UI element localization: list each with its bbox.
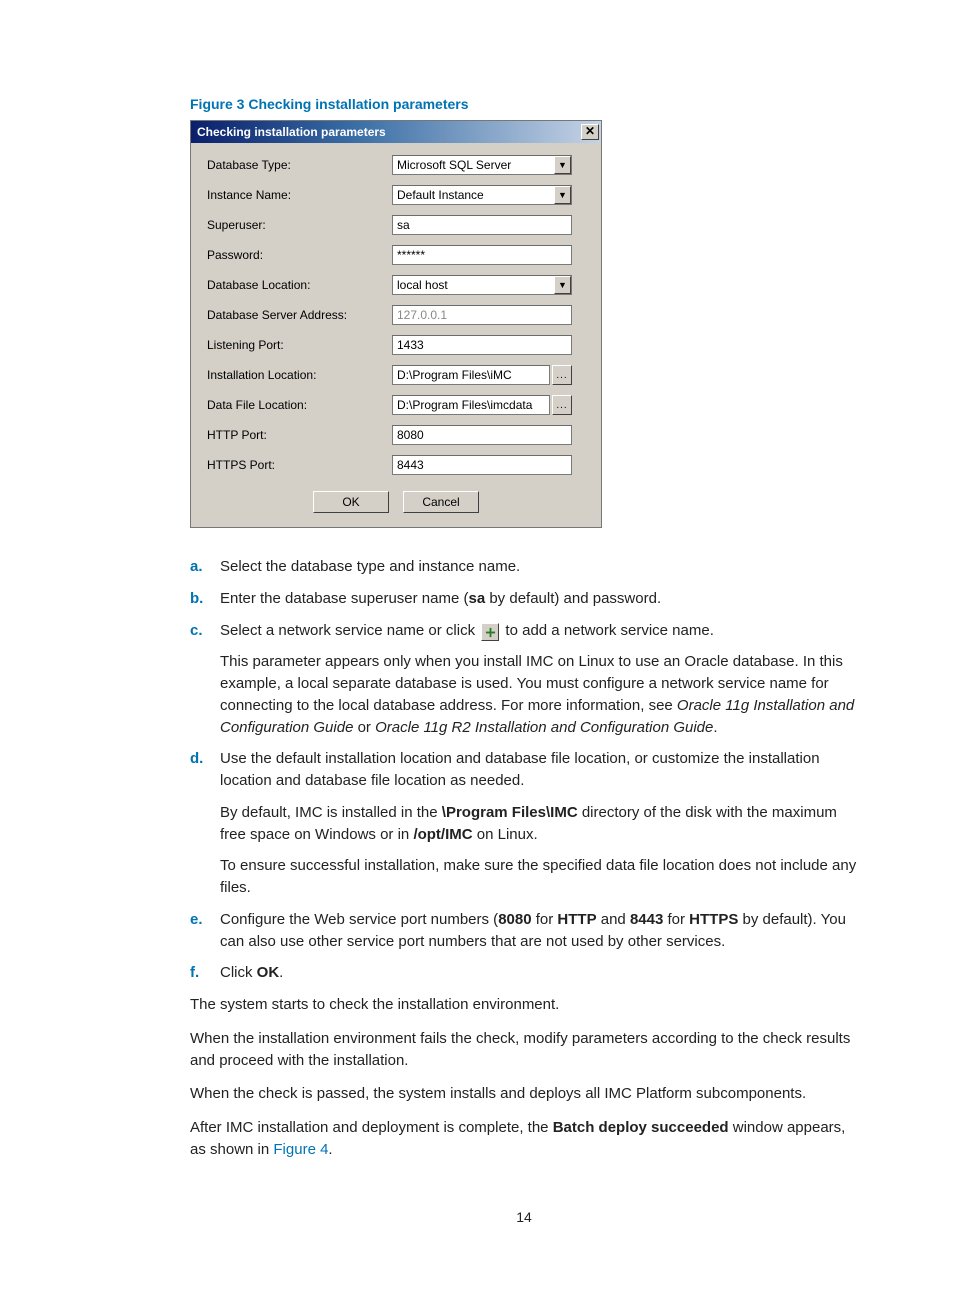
body-p2: When the installation environment fails … [190,1028,858,1072]
row-password: Password: ****** [207,245,585,265]
superuser-label: Superuser: [207,218,392,232]
superuser-input[interactable]: sa [392,215,572,235]
chevron-down-icon[interactable]: ▼ [554,186,571,204]
instance-label: Instance Name: [207,188,392,202]
row-instance: Instance Name: Default Instance ▼ [207,185,585,205]
step-marker: f. [190,962,220,984]
step-c-para2: This parameter appears only when you ins… [220,651,858,738]
page-number: 14 [190,1209,858,1225]
http-port-input[interactable]: 8080 [392,425,572,445]
db-addr-input: 127.0.0.1 [392,305,572,325]
db-type-value: Microsoft SQL Server [397,158,554,172]
page: Figure 3 Checking installation parameter… [0,0,954,1265]
https-port-input[interactable]: 8443 [392,455,572,475]
step-b-text: Enter the database superuser name (sa by… [220,588,858,610]
figure4-link[interactable]: Figure 4 [273,1141,328,1158]
browse-button[interactable]: ... [552,365,572,385]
db-type-label: Database Type: [207,158,392,172]
step-f: f. Click OK. [190,962,858,984]
step-marker: c. [190,620,220,739]
step-a: a. Select the database type and instance… [190,556,858,578]
row-db-loc: Database Location: local host ▼ [207,275,585,295]
row-superuser: Superuser: sa [207,215,585,235]
instance-value: Default Instance [397,188,554,202]
step-marker: b. [190,588,220,610]
install-loc-label: Installation Location: [207,368,392,382]
password-label: Password: [207,248,392,262]
password-input[interactable]: ****** [392,245,572,265]
row-listen-port: Listening Port: 1433 [207,335,585,355]
row-https-port: HTTPS Port: 8443 [207,455,585,475]
steps-list: a. Select the database type and instance… [190,556,858,984]
dialog-button-bar: OK Cancel [207,491,585,513]
step-marker: d. [190,748,220,899]
browse-button[interactable]: ... [552,395,572,415]
figure-caption: Figure 3 Checking installation parameter… [190,96,858,112]
chevron-down-icon[interactable]: ▼ [554,156,571,174]
row-db-type: Database Type: Microsoft SQL Server ▼ [207,155,585,175]
close-icon[interactable]: ✕ [581,124,599,140]
step-b: b. Enter the database superuser name (sa… [190,588,858,610]
step-e: e. Configure the Web service port number… [190,909,858,953]
step-d-p2: By default, IMC is installed in the \Pro… [220,802,858,846]
row-http-port: HTTP Port: 8080 [207,425,585,445]
step-d-p3: To ensure successful installation, make … [220,855,858,899]
step-c-line1: Select a network service name or click t… [220,620,858,642]
row-db-addr: Database Server Address: 127.0.0.1 [207,305,585,325]
dialog-titlebar: Checking installation parameters ✕ [191,121,601,143]
step-f-text: Click OK. [220,962,858,984]
https-port-label: HTTPS Port: [207,458,392,472]
body-p3: When the check is passed, the system ins… [190,1083,858,1105]
install-params-dialog: Checking installation parameters ✕ Datab… [190,120,602,528]
db-loc-label: Database Location: [207,278,392,292]
step-a-text: Select the database type and instance na… [220,556,858,578]
install-loc-input[interactable]: D:\Program Files\iMC [392,365,550,385]
db-loc-combo[interactable]: local host ▼ [392,275,572,295]
db-loc-value: local host [397,278,554,292]
db-addr-label: Database Server Address: [207,308,392,322]
step-d: d. Use the default installation location… [190,748,858,899]
db-type-combo[interactable]: Microsoft SQL Server ▼ [392,155,572,175]
http-port-label: HTTP Port: [207,428,392,442]
cancel-button[interactable]: Cancel [403,491,479,513]
instance-combo[interactable]: Default Instance ▼ [392,185,572,205]
row-data-loc: Data File Location: D:\Program Files\imc… [207,395,585,415]
body-p4: After IMC installation and deployment is… [190,1117,858,1161]
dialog-body: Database Type: Microsoft SQL Server ▼ In… [191,143,601,527]
ok-button[interactable]: OK [313,491,389,513]
dialog-title: Checking installation parameters [197,125,581,139]
listen-port-label: Listening Port: [207,338,392,352]
body-p1: The system starts to check the installat… [190,994,858,1016]
step-marker: a. [190,556,220,578]
listen-port-input[interactable]: 1433 [392,335,572,355]
step-d-p1: Use the default installation location an… [220,748,858,792]
row-install-loc: Installation Location: D:\Program Files\… [207,365,585,385]
step-c: c. Select a network service name or clic… [190,620,858,739]
data-loc-input[interactable]: D:\Program Files\imcdata [392,395,550,415]
plus-icon[interactable] [481,623,499,641]
data-loc-label: Data File Location: [207,398,392,412]
chevron-down-icon[interactable]: ▼ [554,276,571,294]
step-marker: e. [190,909,220,953]
step-e-text: Configure the Web service port numbers (… [220,909,858,953]
